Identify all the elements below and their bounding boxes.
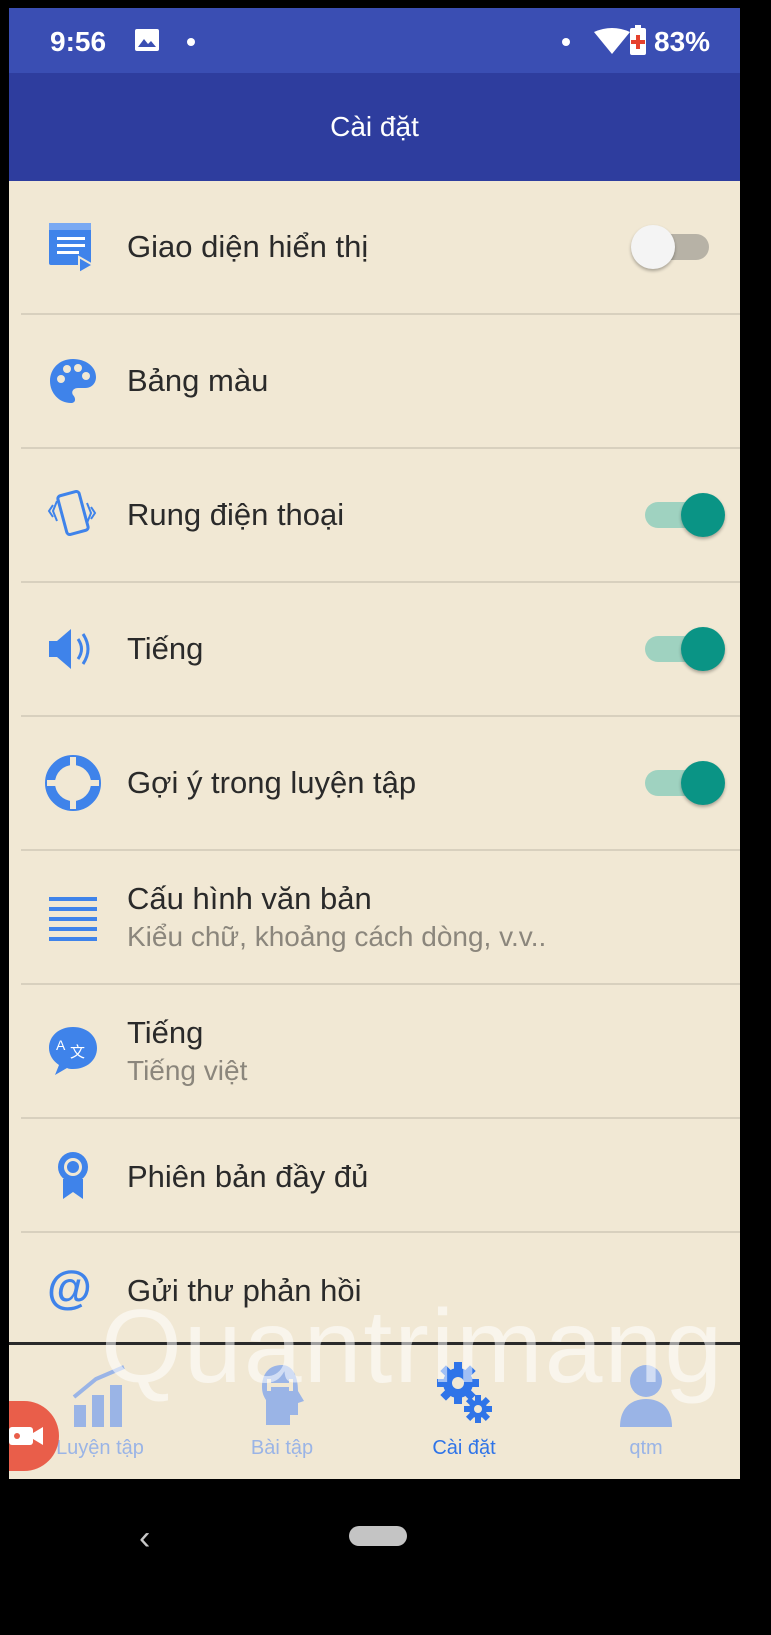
setting-full-version[interactable]: Phiên bản đầy đủ [21,1119,740,1233]
setting-label: Giao diện hiển thị [127,229,369,264]
battery-icon [630,25,646,55]
text-lines-icon [49,897,97,941]
setting-palette[interactable]: Bảng màu [21,315,740,449]
nav-item-profile[interactable]: qtm [555,1345,737,1482]
status-bar: 9:56 83% [9,8,740,73]
setting-label: Bảng màu [127,363,269,398]
award-badge-icon [58,1152,88,1199]
setting-practice-hints[interactable]: Gợi ý trong luyện tập [21,717,740,851]
wifi-icon [594,28,630,54]
toggle-knob [681,761,725,805]
nav-label: qtm [629,1437,663,1459]
battery-percentage: 83% [654,26,711,57]
speaker-icon [49,629,90,669]
nav-label: Cài đặt [432,1437,496,1459]
notification-dot-icon [562,38,570,46]
gears-icon [437,1362,492,1423]
home-pill-icon[interactable] [349,1526,407,1546]
toggle-knob [681,493,725,537]
app-screen: 9:56 83% Cài đặt Giao diện hiển thị Bảng… [9,8,740,1635]
translate-icon: A 文 [49,1027,97,1075]
status-time: 9:56 [50,26,107,57]
system-navigation-bar: ‹ [9,1479,740,1635]
setting-language[interactable]: A 文 Tiếng Tiếng việt [21,985,740,1119]
setting-feedback[interactable]: @ Gửi thư phản hồi [21,1233,740,1342]
video-camera-icon [9,1427,43,1445]
nav-item-settings[interactable]: Cài đặt [373,1345,555,1482]
svg-text:文: 文 [70,1043,85,1061]
setting-label: Gợi ý trong luyện tập [127,765,417,800]
palette-icon [50,359,96,403]
bottom-navigation: Luyện tập Bài tập Cài đặt qtm [9,1342,740,1482]
at-sign-icon: @ [47,1261,92,1313]
setting-label: Gửi thư phản hồi [127,1273,362,1308]
phone-vibrate-icon [47,490,97,536]
setting-label: Tiếng [127,631,204,666]
setting-label: Tiếng [127,1015,204,1050]
setting-sublabel: Kiểu chữ, khoảng cách dòng, v.v.. [127,921,547,952]
toggle-knob [681,627,725,671]
vibrate-toggle[interactable] [641,493,725,537]
display-mode-toggle[interactable] [631,225,715,269]
image-notification-icon [135,29,159,51]
setting-display-mode[interactable]: Giao diện hiển thị [21,181,740,315]
sound-toggle[interactable] [641,627,725,671]
toggle-knob [631,225,675,269]
nav-label: Bài tập [250,1437,314,1459]
app-bar: Cài đặt [9,73,740,181]
hints-toggle[interactable] [641,761,725,805]
back-icon[interactable]: ‹ [139,1519,150,1558]
setting-label: Cấu hình văn bản [127,881,372,916]
bar-chart-icon [72,1365,125,1427]
setting-sublabel: Tiếng việt [127,1055,248,1086]
display-mode-icon [49,223,96,275]
setting-sound[interactable]: Tiếng [21,583,740,717]
setting-text-config[interactable]: Cấu hình văn bản Kiểu chữ, khoảng cách d… [21,851,740,985]
svg-text:A: A [56,1037,66,1053]
setting-label: Rung điện thoại [127,497,345,532]
user-icon [620,1365,672,1427]
notification-dot-icon [187,38,195,46]
setting-label: Phiên bản đầy đủ [127,1159,369,1194]
page-title: Cài đặt [330,111,419,142]
lifebuoy-icon [45,755,101,811]
svg-text:@: @ [47,1261,92,1313]
nav-item-exercises[interactable]: Bài tập [191,1345,373,1482]
head-brain-icon [262,1365,304,1425]
setting-phone-vibrate[interactable]: Rung điện thoại [21,449,740,583]
